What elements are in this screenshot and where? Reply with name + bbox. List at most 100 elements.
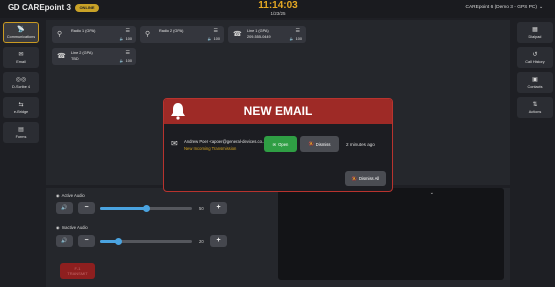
dialog-title: NEW EMAIL xyxy=(243,104,313,118)
settings-icon[interactable]: ☰ xyxy=(126,50,130,56)
radio-tower-icon: 📡 xyxy=(17,26,25,33)
nav-label: Call History xyxy=(525,59,545,64)
active-audio-label: ◉ Active Audio xyxy=(56,193,85,198)
volume-value: 100 xyxy=(125,59,132,63)
dialpad-icon: ▦ xyxy=(532,26,538,33)
dismiss-all-button[interactable]: 🔕 Dismiss All xyxy=(345,171,386,186)
account-selector[interactable]: CAREpoint 6 (Demo 3 - GPS PC) ⌄ xyxy=(466,5,543,10)
nav-email[interactable]: ✉ Email xyxy=(3,47,39,68)
volume-down-button[interactable]: − xyxy=(78,235,95,247)
email-icon: ✉ xyxy=(18,51,24,58)
settings-icon[interactable]: ☰ xyxy=(296,28,300,34)
open-label: Open xyxy=(278,141,289,147)
bell-off-icon: 🔕 xyxy=(351,175,357,181)
nav-e-bridge[interactable]: ⇆ e-Bridge xyxy=(3,97,39,118)
dismiss-all-label: Dismiss All xyxy=(358,176,380,181)
nav-dialpad[interactable]: ▦ Dialpad xyxy=(517,22,553,43)
nav-label: e-Bridge xyxy=(13,109,29,114)
voicemail-icon: ◎◎ xyxy=(15,76,27,83)
nav-contacts[interactable]: ▣ Contacts xyxy=(517,72,553,93)
dismiss-button[interactable]: 🔕 Dismiss xyxy=(300,136,339,152)
eye-icon: ◉ xyxy=(56,193,60,198)
eye-icon: ◉ xyxy=(56,225,60,230)
contacts-icon: ▣ xyxy=(532,76,538,83)
volume-down-button[interactable]: − xyxy=(78,202,95,214)
tile-name: Radio 2 (GPA) xyxy=(159,29,184,33)
time-ago: 2 minutes ago xyxy=(346,142,375,147)
chevron-down-icon: ⌄ xyxy=(538,5,543,10)
tile-number: 209-555-0449 xyxy=(247,35,271,39)
tile-name: Radio 1 (GPA) xyxy=(71,29,96,33)
line-tile[interactable]: ☎ Line 2 (GPA) TBD ☰ 🔈 100 xyxy=(52,48,136,65)
speaker-button[interactable]: 🔊 xyxy=(56,202,73,214)
date: 1/23/25 xyxy=(270,11,286,16)
history-icon: ↺ xyxy=(532,51,538,58)
nav-label: Contacts xyxy=(527,84,543,89)
open-button[interactable]: ✉ Open xyxy=(264,136,297,152)
tile-name: Line 1 (GPA) xyxy=(247,29,269,33)
nav-forms[interactable]: ▤ Forms xyxy=(3,122,39,143)
settings-icon[interactable]: ☰ xyxy=(126,28,130,34)
settings-icon[interactable]: ☰ xyxy=(214,28,218,34)
radio-tile[interactable]: ⚲ Radio 2 (GPA) ☰ 🔈 100 xyxy=(140,26,224,43)
volume-up-button[interactable]: + xyxy=(210,202,227,214)
audio-controls: ◉ Active Audio 🔊 − 50 + ◉ Inactive Audio… xyxy=(52,190,276,285)
phone-icon: ☎ xyxy=(233,31,242,38)
slider-knob[interactable] xyxy=(114,238,122,245)
nav-actions[interactable]: ⇅ Actions xyxy=(517,97,553,118)
speaker-button[interactable]: 🔊 xyxy=(56,235,73,247)
slider-fill xyxy=(100,207,146,210)
mail-icon: ✉ xyxy=(171,139,178,148)
new-email-dialog: NEW EMAIL ✉ Andrew Poer <apoer@general-d… xyxy=(163,98,393,192)
nav-label: Email xyxy=(16,59,26,64)
actions-icon: ⇅ xyxy=(532,101,538,108)
volume-value: 100 xyxy=(295,37,302,41)
bell-off-icon: 🔕 xyxy=(308,141,314,146)
form-icon: ▤ xyxy=(18,126,24,133)
nav-label: Forms xyxy=(15,134,27,139)
inactive-audio-slider[interactable] xyxy=(100,238,192,245)
volume-up-button[interactable]: + xyxy=(210,235,227,247)
antenna-icon: ⚲ xyxy=(57,31,63,38)
label-text: Inactive Audio xyxy=(61,225,88,230)
transmit-button[interactable]: F-1 TRANSMIT xyxy=(60,263,95,279)
nav-label: Actions xyxy=(528,109,542,114)
line-tile[interactable]: ☎ Line 1 (GPA) 209-555-0449 ☰ 🔈 100 xyxy=(228,26,306,43)
nav-label: Dialpad xyxy=(528,34,542,39)
transmit-label: TRANSMIT xyxy=(67,271,88,276)
right-nav: ▦ Dialpad ↺ Call History ▣ Contacts ⇅ Ac… xyxy=(517,22,553,122)
tile-volume: 🔈 100 xyxy=(207,37,220,41)
nav-label: D-Scribe 4 xyxy=(12,84,30,89)
detail-panel: ⌄ xyxy=(278,188,504,280)
inactive-audio-label: ◉ Inactive Audio xyxy=(56,225,88,230)
active-audio-value: 50 xyxy=(199,206,204,211)
email-sender: Andrew Poer <apoer@general-devices.co... xyxy=(184,139,264,144)
chevron-down-icon[interactable]: ⌄ xyxy=(430,190,434,196)
app-logo: GD CAREpoint 3 xyxy=(8,3,71,12)
volume-value: 100 xyxy=(213,37,220,41)
open-mail-icon: ✉ xyxy=(272,141,277,147)
dismiss-label: Dismiss xyxy=(315,141,331,147)
tile-volume: 🔈 100 xyxy=(289,37,302,41)
tile-volume: 🔈 100 xyxy=(119,59,132,63)
bridge-icon: ⇆ xyxy=(18,101,24,108)
phone-icon: ☎ xyxy=(57,53,66,60)
tile-name: Line 2 (GPA) xyxy=(71,51,93,55)
status-badge: ONLINE xyxy=(75,4,99,12)
email-subtitle: New Incoming Transmission xyxy=(184,146,237,151)
nav-d-scribe[interactable]: ◎◎ D-Scribe 4 xyxy=(3,72,39,93)
inactive-audio-value: 20 xyxy=(199,239,204,244)
nav-label: Communications xyxy=(6,34,36,39)
tile-number: TBD xyxy=(71,57,79,61)
account-label: CAREpoint 6 (Demo 3 - GPS PC) xyxy=(465,5,537,10)
radio-tile[interactable]: ⚲ Radio 1 (GPA) ☰ 🔈 100 xyxy=(52,26,136,43)
active-audio-slider[interactable] xyxy=(100,205,192,212)
app-name: CAREpoint 3 xyxy=(22,3,71,12)
tile-volume: 🔈 100 xyxy=(119,37,132,41)
nav-call-history[interactable]: ↺ Call History xyxy=(517,47,553,68)
slider-knob[interactable] xyxy=(142,205,150,212)
left-nav: 📡 Communications ✉ Email ◎◎ D-Scribe 4 ⇆… xyxy=(3,22,39,147)
clock: 11:14:03 xyxy=(258,0,298,11)
label-text: Active Audio xyxy=(61,193,85,198)
nav-communications[interactable]: 📡 Communications xyxy=(3,22,39,43)
